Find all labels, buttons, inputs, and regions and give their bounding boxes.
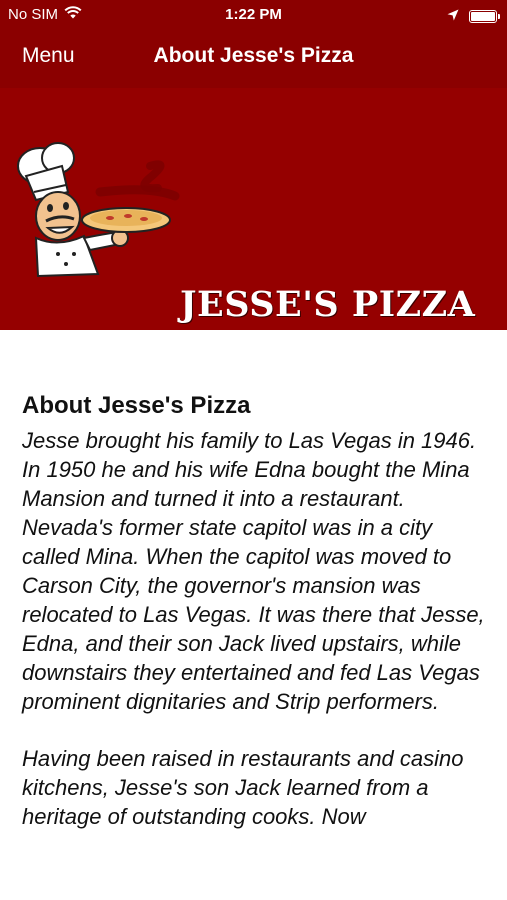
logo-text: JESSE'S PIZZA: [180, 284, 476, 325]
about-heading: About Jesse's Pizza: [22, 392, 251, 419]
navigation-bar: Menu About Jesse's Pizza: [0, 30, 507, 89]
header-banner: JESSE'S PIZZA: [0, 88, 507, 330]
about-section: About Jesse's Pizza Jesse brought his fa…: [22, 390, 492, 859]
status-bar: No SIM 1:22 PM: [0, 0, 507, 30]
status-time: 1:22 PM: [225, 6, 282, 23]
status-right: [447, 8, 500, 25]
page-title: About Jesse's Pizza: [153, 44, 354, 67]
about-paragraph: Jesse brought his family to Las Vegas in…: [22, 428, 485, 715]
battery-icon: [469, 10, 500, 23]
about-paragraph: Having been raised in restaurants and ca…: [22, 746, 464, 830]
location-arrow-icon: [447, 8, 459, 25]
